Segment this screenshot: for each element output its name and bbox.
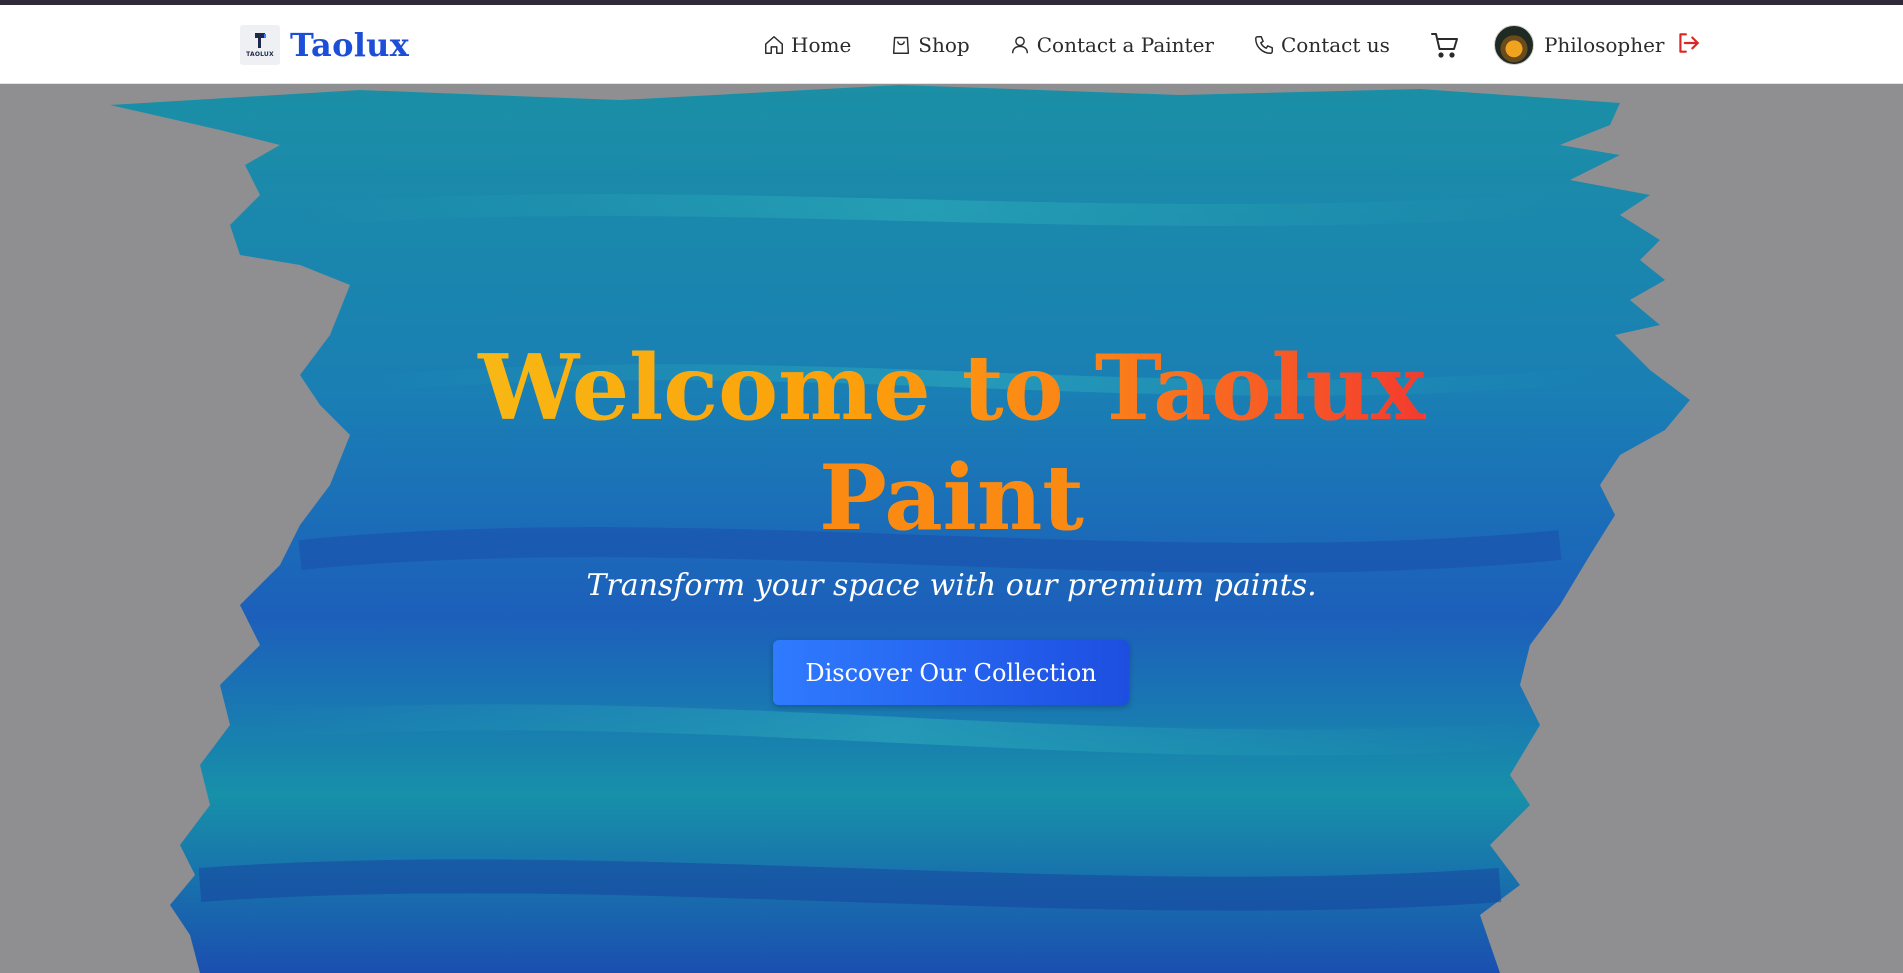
main-nav: Home Shop Contact a Painter Contact us P…: [763, 25, 1701, 65]
logout-icon: [1678, 32, 1699, 53]
phone-icon: [1255, 36, 1273, 54]
nav-contact-us[interactable]: Contact us: [1253, 33, 1390, 57]
nav-shop[interactable]: Shop: [890, 33, 970, 57]
hero-section: Welcome to Taolux Paint Transform your s…: [0, 85, 1903, 973]
user-icon: [1011, 36, 1028, 54]
nav-home-label: Home: [791, 33, 852, 57]
nav-contact-us-label: Contact us: [1281, 33, 1390, 57]
hero-title-line-2: Paint: [819, 445, 1084, 551]
nav-contact-painter[interactable]: Contact a Painter: [1009, 33, 1214, 57]
cart-icon: [1430, 33, 1458, 58]
nav-shop-label: Shop: [918, 33, 970, 57]
nav-contact-painter-label: Contact a Painter: [1036, 33, 1214, 57]
hero-title-line-1: Welcome to Taolux: [478, 335, 1425, 441]
discover-collection-button[interactable]: Discover Our Collection: [773, 640, 1129, 705]
shopping-bag-icon: [893, 36, 910, 54]
home-icon: [765, 36, 783, 54]
hero-subtitle: Transform your space with our premium pa…: [586, 568, 1317, 603]
brand-logo: TAOLUX: [240, 25, 280, 65]
brand-name[interactable]: Taolux: [290, 26, 409, 64]
brand-logo-text: TAOLUX: [246, 51, 274, 58]
user-menu[interactable]: Philosopher: [1493, 25, 1701, 65]
hero-title: Welcome to Taolux Paint: [0, 333, 1903, 553]
brand[interactable]: TAOLUX Taolux: [240, 25, 409, 65]
user-name[interactable]: Philosopher: [1544, 33, 1665, 57]
avatar[interactable]: [1493, 25, 1534, 65]
logout-button[interactable]: [1675, 30, 1701, 61]
cart-button[interactable]: [1430, 30, 1460, 60]
nav-home[interactable]: Home: [763, 33, 851, 57]
paint-bucket-icon: [255, 33, 266, 48]
navbar: TAOLUX Taolux Home Shop Contact a Painte…: [0, 5, 1903, 84]
